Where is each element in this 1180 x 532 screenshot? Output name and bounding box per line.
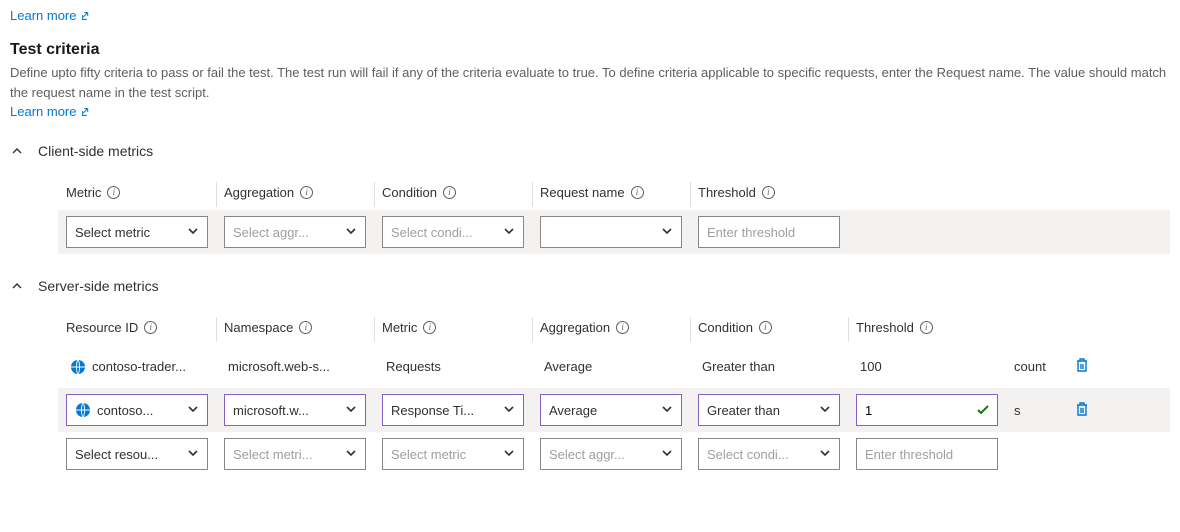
info-icon[interactable]: [759, 321, 772, 334]
chevron-down-icon: [661, 225, 673, 240]
server-row-editing: contoso... microsoft.w... Response Ti...…: [58, 388, 1170, 432]
chevron-down-icon: [661, 403, 673, 418]
chevron-down-icon: [661, 447, 673, 462]
col-metric: Metric: [66, 185, 120, 200]
check-icon: [976, 403, 990, 417]
col-resource-id: Resource ID: [66, 320, 157, 335]
chevron-down-icon: [345, 447, 357, 462]
server-header-row: Resource ID Namespace Metric Aggregation…: [58, 314, 1170, 345]
server-row: contoso-trader... microsoft.web-s... Req…: [58, 345, 1170, 388]
chevron-up-icon: [10, 279, 24, 293]
info-icon[interactable]: [920, 321, 933, 334]
external-link-icon: [80, 106, 92, 118]
info-icon[interactable]: [616, 321, 629, 334]
learn-more-label: Learn more: [10, 104, 76, 119]
client-row-new: Select metric Select aggr... Select cond…: [58, 210, 1170, 254]
namespace-select[interactable]: microsoft.w...: [224, 394, 366, 426]
request-name-select[interactable]: [540, 216, 682, 248]
aggregation-select[interactable]: Select aggr...: [224, 216, 366, 248]
client-side-metrics-toggle[interactable]: Client-side metrics: [10, 143, 1170, 159]
info-icon[interactable]: [299, 321, 312, 334]
col-namespace: Namespace: [224, 320, 312, 335]
info-icon[interactable]: [631, 186, 644, 199]
delete-icon: [1074, 401, 1090, 420]
col-threshold: Threshold: [698, 185, 775, 200]
info-icon[interactable]: [300, 186, 313, 199]
col-threshold: Threshold: [856, 320, 933, 335]
namespace-value: microsoft.web-s...: [224, 359, 366, 374]
chevron-down-icon: [187, 225, 199, 240]
chevron-down-icon: [503, 225, 515, 240]
condition-select[interactable]: Select condi...: [382, 216, 524, 248]
learn-more-label: Learn more: [10, 8, 76, 23]
condition-select[interactable]: Greater than: [698, 394, 840, 426]
delete-icon: [1074, 357, 1090, 376]
chevron-down-icon: [345, 403, 357, 418]
chevron-down-icon: [345, 225, 357, 240]
col-request-name: Request name: [540, 185, 644, 200]
threshold-input[interactable]: [856, 438, 998, 470]
learn-more-top-link[interactable]: Learn more: [10, 8, 92, 23]
aggregation-select[interactable]: Select aggr...: [540, 438, 682, 470]
delete-row-button[interactable]: [1070, 397, 1094, 424]
chevron-up-icon: [10, 144, 24, 158]
metric-select[interactable]: Response Ti...: [382, 394, 524, 426]
server-row-new: Select resou... Select metri... Select m…: [58, 432, 1170, 476]
globe-icon: [75, 402, 91, 418]
client-header-row: Metric Aggregation Condition Request nam…: [58, 179, 1170, 210]
resource-id-value: contoso-trader...: [92, 359, 204, 374]
resource-id-select[interactable]: Select resou...: [66, 438, 208, 470]
unit-label: count: [1014, 359, 1046, 374]
col-metric: Metric: [382, 320, 436, 335]
namespace-select[interactable]: Select metri...: [224, 438, 366, 470]
server-side-metrics-label: Server-side metrics: [38, 278, 159, 294]
section-description: Define upto fifty criteria to pass or fa…: [10, 63, 1170, 102]
delete-row-button[interactable]: [1070, 353, 1094, 380]
condition-select[interactable]: Select condi...: [698, 438, 840, 470]
globe-icon: [70, 359, 86, 375]
info-icon[interactable]: [762, 186, 775, 199]
chevron-down-icon: [503, 403, 515, 418]
info-icon[interactable]: [144, 321, 157, 334]
client-metrics-grid: Metric Aggregation Condition Request nam…: [58, 179, 1170, 254]
aggregation-value: Average: [540, 359, 682, 374]
page-title: Test criteria: [10, 41, 1170, 59]
threshold-value: 100: [856, 359, 998, 374]
chevron-down-icon: [819, 403, 831, 418]
metric-value: Requests: [382, 359, 524, 374]
client-side-metrics-label: Client-side metrics: [38, 143, 153, 159]
info-icon[interactable]: [107, 186, 120, 199]
info-icon[interactable]: [443, 186, 456, 199]
resource-id-select[interactable]: contoso...: [66, 394, 208, 426]
chevron-down-icon: [187, 447, 199, 462]
col-condition: Condition: [382, 185, 456, 200]
server-side-metrics-toggle[interactable]: Server-side metrics: [10, 278, 1170, 294]
metric-select[interactable]: Select metric: [66, 216, 208, 248]
external-link-icon: [80, 10, 92, 22]
unit-label: s: [1014, 403, 1021, 418]
col-aggregation: Aggregation: [224, 185, 313, 200]
aggregation-select[interactable]: Average: [540, 394, 682, 426]
condition-value: Greater than: [698, 359, 840, 374]
threshold-input[interactable]: [698, 216, 840, 248]
metric-select[interactable]: Select metric: [382, 438, 524, 470]
col-aggregation: Aggregation: [540, 320, 629, 335]
info-icon[interactable]: [423, 321, 436, 334]
chevron-down-icon: [819, 447, 831, 462]
server-metrics-grid: Resource ID Namespace Metric Aggregation…: [58, 314, 1170, 476]
chevron-down-icon: [503, 447, 515, 462]
chevron-down-icon: [187, 403, 199, 418]
col-condition: Condition: [698, 320, 772, 335]
learn-more-criteria-link[interactable]: Learn more: [10, 104, 92, 119]
